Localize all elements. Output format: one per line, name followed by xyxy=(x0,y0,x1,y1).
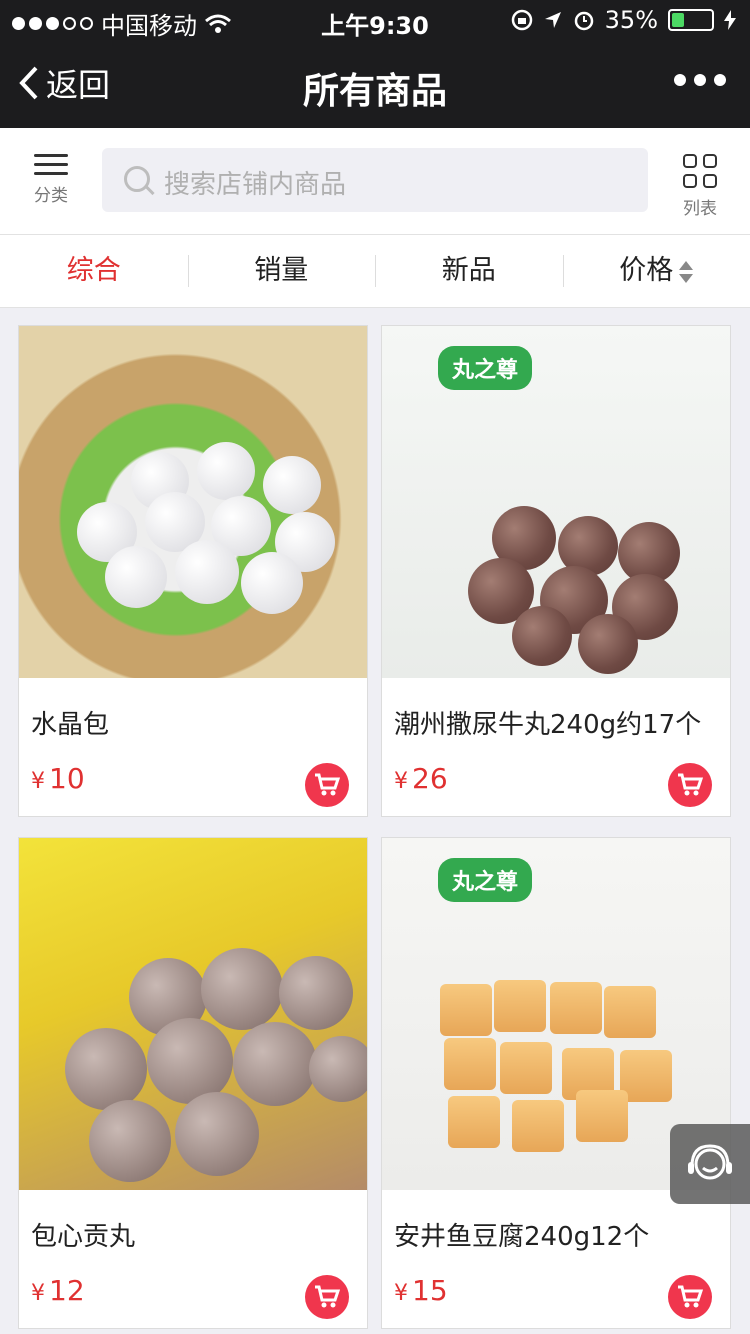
cart-icon xyxy=(315,773,340,796)
view-label: 列表 xyxy=(683,199,717,219)
product-name[interactable]: 潮州撒尿牛丸240g约17个 xyxy=(394,704,701,741)
sort-arrows-icon xyxy=(679,260,694,283)
product-image[interactable] xyxy=(19,326,367,678)
product-price: ¥15 xyxy=(394,1274,448,1307)
tab-sales[interactable]: 销量 xyxy=(187,235,376,307)
battery-percent: 35% xyxy=(604,6,658,34)
product-card[interactable]: 丸之尊 安井鱼豆腐240g12个 ¥15 xyxy=(381,837,731,1329)
tab-new[interactable]: 新品 xyxy=(375,235,563,307)
customer-service-button[interactable] xyxy=(670,1124,750,1204)
sort-tabs: 综合 销量 新品 价格 xyxy=(0,235,750,308)
cart-icon xyxy=(315,1285,340,1308)
product-name[interactable]: 包心贡丸 xyxy=(31,1216,135,1253)
product-card[interactable]: 包心贡丸 ¥12 xyxy=(18,837,368,1329)
search-input[interactable]: 搜索店铺内商品 xyxy=(102,148,648,212)
product-card[interactable]: 丸之尊 潮州撒尿牛丸240g约17个 ¥26 xyxy=(381,325,731,817)
product-name[interactable]: 安井鱼豆腐240g12个 xyxy=(394,1216,649,1253)
product-price: ¥26 xyxy=(394,762,448,795)
tab-comprehensive[interactable]: 综合 xyxy=(0,235,188,307)
brand-logo: 丸之尊 xyxy=(438,858,533,902)
navigation-bar: 返回 所有商品 xyxy=(0,40,750,128)
search-icon xyxy=(124,166,150,192)
status-bar: 中国移动 上午9:30 35% xyxy=(0,0,750,40)
tab-label: 新品 xyxy=(441,255,496,286)
add-to-cart-button[interactable] xyxy=(305,1275,349,1319)
more-dot-icon xyxy=(674,74,686,86)
grid-view-icon xyxy=(683,154,717,188)
list-menu-icon xyxy=(34,154,68,175)
category-button[interactable]: 分类 xyxy=(26,148,76,206)
tab-label: 价格 xyxy=(619,255,674,286)
add-to-cart-button[interactable] xyxy=(668,1275,712,1319)
alarm-icon xyxy=(574,11,593,31)
search-toolbar: 分类 搜索店铺内商品 列表 xyxy=(0,128,750,235)
add-to-cart-button[interactable] xyxy=(305,763,349,807)
product-image[interactable]: 丸之尊 xyxy=(382,326,730,678)
tab-label: 销量 xyxy=(254,255,309,286)
category-label: 分类 xyxy=(34,186,68,206)
rotation-lock-icon xyxy=(511,9,532,31)
tab-label: 综合 xyxy=(66,255,121,286)
headset-icon xyxy=(688,1144,732,1180)
view-toggle-button[interactable]: 列表 xyxy=(680,150,720,219)
charging-icon xyxy=(724,10,736,30)
cart-icon xyxy=(678,1285,703,1308)
top-bar: 中国移动 上午9:30 35% 返回 所有商品 xyxy=(0,0,750,128)
battery-icon xyxy=(668,9,714,31)
product-image[interactable] xyxy=(19,838,367,1190)
product-price: ¥12 xyxy=(31,1274,85,1307)
tab-price[interactable]: 价格 xyxy=(562,235,750,307)
brand-logo: 丸之尊 xyxy=(438,346,533,390)
status-right: 35% xyxy=(511,6,736,34)
page-title: 所有商品 xyxy=(302,71,447,112)
product-price: ¥10 xyxy=(31,762,85,795)
more-button[interactable] xyxy=(674,74,726,86)
add-to-cart-button[interactable] xyxy=(668,763,712,807)
product-card[interactable]: 水晶包 ¥10 xyxy=(18,325,368,817)
product-name[interactable]: 水晶包 xyxy=(31,704,109,741)
search-placeholder: 搜索店铺内商品 xyxy=(164,170,347,200)
cart-icon xyxy=(678,773,703,796)
location-icon xyxy=(544,12,561,28)
